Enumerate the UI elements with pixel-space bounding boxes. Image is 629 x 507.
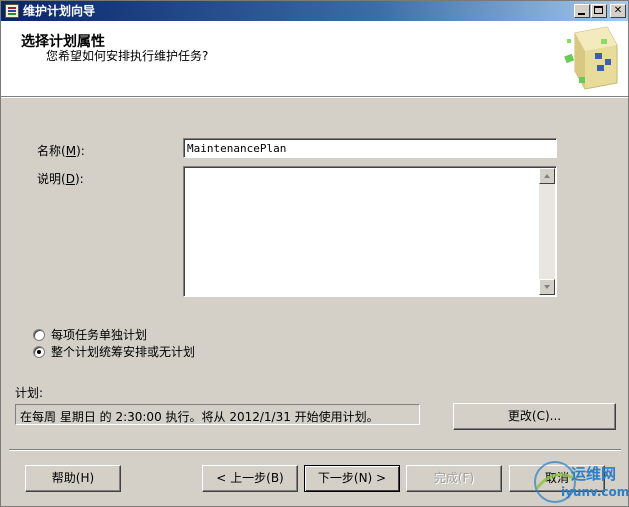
name-input[interactable]: MaintenancePlan — [183, 138, 557, 158]
scroll-down-icon[interactable] — [539, 279, 555, 295]
wizard-graphic-icon — [564, 26, 618, 90]
radio-checked-icon[interactable] — [33, 345, 45, 358]
minimize-button[interactable] — [574, 4, 590, 18]
maximize-button[interactable] — [591, 4, 607, 18]
name-accel-key: M — [65, 144, 77, 158]
page-subtitle: 您希望如何安排执行维护任务? — [46, 49, 209, 63]
footer-divider — [9, 449, 621, 451]
description-scrollbar[interactable] — [539, 168, 555, 295]
watermark-subtext: iyunv.com — [561, 485, 629, 499]
schedule-description: 在每周 星期日 的 2:30:00 执行。将从 2012/1/31 开始使用计划… — [15, 404, 420, 425]
name-label-text: 名称 — [37, 144, 62, 158]
description-label: 说明(D): — [37, 172, 84, 186]
description-textarea[interactable] — [183, 166, 557, 297]
next-button[interactable]: 下一步(N) > — [304, 465, 400, 492]
radio-single-schedule[interactable]: 整个计划统筹安排或无计划 — [33, 343, 195, 360]
radio-unchecked-icon[interactable] — [33, 328, 45, 341]
close-button[interactable]: ✕ — [610, 4, 626, 18]
change-schedule-button[interactable]: 更改(C)... — [453, 403, 616, 430]
wizard-window: 维护计划向导 ✕ 选择计划属性 您希望如何安排执行维护任务? 名称(M): Ma… — [0, 0, 629, 507]
description-label-text: 说明 — [37, 172, 62, 186]
minimize-icon — [578, 13, 585, 15]
app-icon — [5, 4, 19, 18]
scroll-up-icon[interactable] — [539, 168, 555, 184]
window-title: 维护计划向导 — [23, 4, 96, 18]
title-bar[interactable]: 维护计划向导 ✕ — [1, 1, 628, 21]
name-label: 名称(M): — [37, 144, 85, 158]
finish-button[interactable]: 完成(F) — [406, 465, 502, 492]
schedule-label: 计划: — [15, 386, 44, 400]
back-button[interactable]: < 上一步(B) — [202, 465, 298, 492]
help-button[interactable]: 帮助(H) — [25, 465, 121, 492]
radio-separate-label: 每项任务单独计划 — [51, 328, 148, 342]
watermark-text: 运维网 — [571, 465, 617, 483]
wizard-header: 选择计划属性 您希望如何安排执行维护任务? — [1, 21, 628, 97]
close-icon: ✕ — [613, 5, 623, 16]
description-accel-key: D — [65, 172, 75, 186]
radio-separate-schedule[interactable]: 每项任务单独计划 — [33, 326, 147, 343]
header-divider — [1, 97, 628, 98]
radio-single-label: 整个计划统筹安排或无计划 — [51, 345, 196, 359]
maximize-icon — [594, 6, 603, 14]
